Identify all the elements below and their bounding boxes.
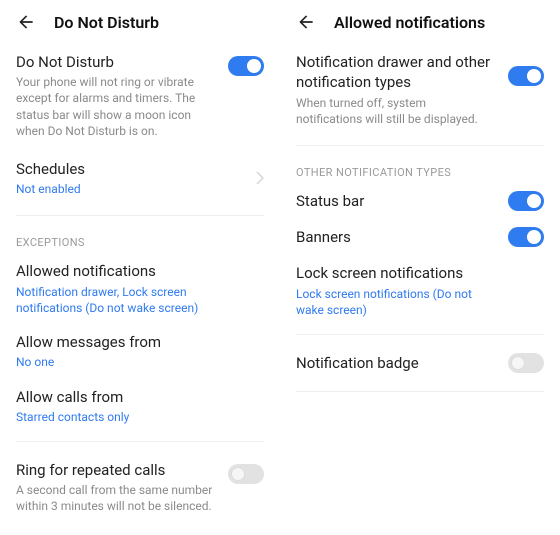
schedules-row[interactable]: Schedules Not enabled [0, 149, 280, 207]
row-subtitle: Your phone will not ring or vibrate exce… [16, 74, 264, 139]
row-value: No one [16, 354, 264, 370]
row-title: Schedules [16, 159, 264, 179]
divider [16, 441, 264, 442]
notification-drawer-row[interactable]: Notification drawer and other notificati… [280, 42, 560, 137]
banners-toggle[interactable] [508, 227, 544, 247]
banners-row[interactable]: Banners [280, 219, 560, 255]
row-title: Status bar [296, 191, 544, 211]
status-bar-toggle[interactable] [508, 191, 544, 211]
allow-calls-row[interactable]: Allow calls from Starred contacts only [0, 379, 280, 433]
divider [296, 334, 544, 335]
page-title: Allowed notifications [334, 13, 485, 32]
ring-repeated-row[interactable]: Ring for repeated calls A second call fr… [0, 450, 280, 525]
ring-repeated-toggle[interactable] [228, 464, 264, 484]
section-exceptions-label: Exceptions [0, 224, 280, 253]
row-title: Lock screen notifications [296, 263, 544, 283]
silence-media-row[interactable]: Silence media when Do Not Disturb is on [0, 525, 280, 535]
notification-badge-row[interactable]: Notification badge [280, 343, 560, 383]
row-title: Ring for repeated calls [16, 460, 264, 480]
divider [296, 391, 544, 392]
do-not-disturb-row[interactable]: Do Not Disturb Your phone will not ring … [0, 42, 280, 149]
header: Allowed notifications [280, 0, 560, 42]
page-title: Do Not Disturb [54, 13, 159, 32]
allow-messages-row[interactable]: Allow messages from No one [0, 324, 280, 378]
row-title: Allow messages from [16, 332, 264, 352]
row-title: Allowed notifications [16, 261, 264, 281]
row-title: Allow calls from [16, 387, 264, 407]
divider [296, 145, 544, 146]
row-value: Lock screen notifications (Do not wake s… [296, 286, 544, 318]
row-value: Not enabled [16, 181, 264, 197]
header: Do Not Disturb [0, 0, 280, 42]
row-title: Banners [296, 227, 544, 247]
row-title: Notification drawer and other notificati… [296, 52, 544, 93]
notification-badge-toggle[interactable] [508, 353, 544, 373]
row-value: Notification drawer, Lock screen notific… [16, 284, 264, 316]
row-subtitle: A second call from the same number withi… [16, 482, 264, 514]
chevron-right-icon [256, 171, 264, 185]
back-arrow-icon[interactable] [16, 12, 36, 32]
do-not-disturb-pane: Do Not Disturb Do Not Disturb Your phone… [0, 0, 280, 535]
row-title: Notification badge [296, 353, 544, 373]
notification-drawer-toggle[interactable] [508, 66, 544, 86]
do-not-disturb-toggle[interactable] [228, 56, 264, 76]
back-arrow-icon[interactable] [296, 12, 316, 32]
row-value: Starred contacts only [16, 409, 264, 425]
allowed-notifications-row[interactable]: Allowed notifications Notification drawe… [0, 253, 280, 324]
row-subtitle: When turned off, system notifications wi… [296, 95, 544, 127]
lock-screen-row[interactable]: Lock screen notifications Lock screen no… [280, 255, 560, 326]
row-title: Do Not Disturb [16, 52, 264, 72]
section-other-label: Other notification types [280, 154, 560, 183]
divider [16, 215, 264, 216]
allowed-notifications-pane: Allowed notifications Notification drawe… [280, 0, 560, 535]
status-bar-row[interactable]: Status bar [280, 183, 560, 219]
